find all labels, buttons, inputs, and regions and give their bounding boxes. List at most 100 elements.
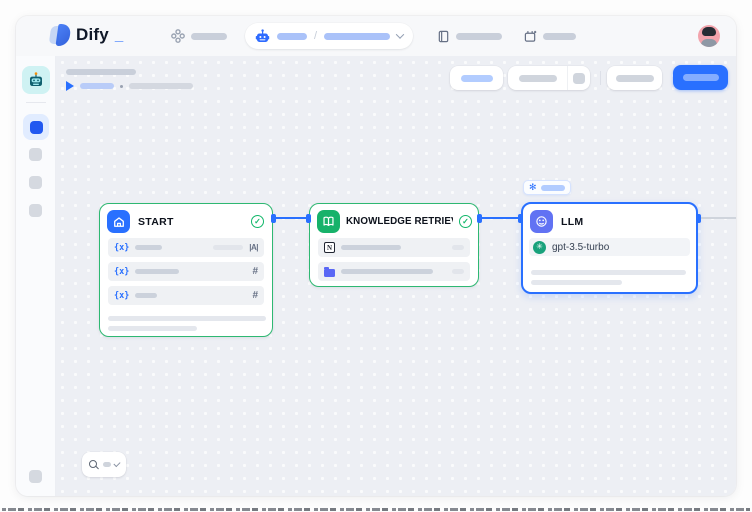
node-header: START ✓ (100, 204, 272, 238)
placeholder-bar (461, 75, 493, 82)
user-avatar[interactable] (698, 25, 720, 47)
spinner-icon: ✻ (529, 183, 537, 192)
avatar-figure (702, 27, 716, 36)
folder-icon (324, 269, 335, 277)
run-button[interactable] (508, 66, 567, 90)
sidebar-item[interactable] (29, 148, 42, 161)
node-llm[interactable]: LLM ✳ gpt-3.5-turbo (521, 202, 698, 294)
dify-app-window: Dify _ / (16, 16, 736, 496)
publish-button[interactable] (673, 65, 728, 90)
knowledge-source-row: N (318, 238, 470, 257)
source-handle[interactable] (696, 214, 701, 223)
notebook-icon (437, 30, 450, 43)
nav-workspace[interactable] (171, 16, 227, 56)
app-robot-icon (255, 29, 270, 44)
placeholder-bar (277, 33, 307, 40)
preview-icon (573, 73, 585, 84)
placeholder-bar (135, 293, 157, 298)
sidebar-item[interactable] (29, 204, 42, 217)
chevron-down-icon[interactable] (114, 460, 121, 467)
variable-icon: {x} (114, 291, 129, 301)
dify-logo-caret: _ (115, 27, 123, 44)
llm-running-badge: ✻ (523, 180, 571, 195)
play-icon (66, 81, 74, 91)
placeholder-bar (341, 269, 433, 274)
search-zoom-icon (89, 460, 99, 470)
sparkle-box-icon (524, 30, 537, 43)
openai-icon: ✳ (533, 241, 546, 254)
llm-brain-icon (530, 210, 553, 233)
node-start[interactable]: START ✓ {x} |A| {x} # {x} # (99, 203, 273, 337)
edge-llm-to-next (698, 217, 736, 219)
description-placeholder (108, 326, 197, 331)
node-knowledge-retrieval[interactable]: KNOWLEDGE RETRIEVAL ✓ N (309, 203, 479, 287)
home-icon (107, 210, 130, 233)
notion-icon: N (324, 242, 335, 253)
placeholder-bar (452, 245, 464, 250)
placeholder-bar (683, 74, 719, 81)
dot-separator (120, 85, 123, 88)
source-handle[interactable] (271, 214, 276, 223)
model-row: ✳ gpt-3.5-turbo (529, 238, 690, 256)
book-icon (317, 210, 340, 233)
node-header: KNOWLEDGE RETRIEVAL ✓ (310, 204, 478, 238)
node-title: START (138, 216, 243, 228)
placeholder-bar (543, 33, 576, 40)
edge-knowledge-to-llm (479, 217, 521, 219)
success-check-icon: ✓ (459, 215, 472, 228)
zoom-control[interactable] (82, 452, 126, 477)
nav-docs[interactable] (437, 16, 502, 56)
variable-row: {x} # (108, 262, 264, 281)
node-header: LLM (523, 204, 696, 238)
placeholder-bar (80, 83, 114, 89)
target-handle[interactable] (306, 214, 311, 223)
placeholder-bar (213, 245, 243, 250)
success-check-icon: ✓ (251, 215, 264, 228)
description-placeholder (108, 316, 266, 321)
placeholder-bar (341, 245, 401, 250)
breadcrumb-separator: / (314, 30, 317, 42)
top-header: Dify _ / (16, 16, 736, 56)
placeholder-bar (135, 269, 179, 274)
node-title: KNOWLEDGE RETRIEVAL (346, 216, 453, 227)
app-breadcrumb-pill[interactable]: / (245, 23, 413, 49)
sidebar-item-active[interactable] (23, 114, 49, 140)
source-handle[interactable] (477, 214, 482, 223)
active-item-glyph (30, 121, 43, 134)
workflow-canvas[interactable]: START ✓ {x} |A| {x} # {x} # (56, 56, 736, 496)
workflow-icon (171, 29, 185, 43)
placeholder-bar (541, 185, 565, 191)
placeholder-bar (135, 245, 162, 250)
variable-row: {x} # (108, 286, 264, 305)
toolbar-divider (600, 71, 601, 85)
clipped-text-strip (2, 508, 750, 511)
robot-emoji-icon (27, 71, 45, 89)
features-button[interactable] (450, 66, 503, 90)
edge-start-to-knowledge (273, 217, 309, 219)
knowledge-source-row (318, 262, 470, 281)
dify-logo-icon (50, 24, 71, 46)
placeholder-bar (452, 269, 464, 274)
dify-logo-text: Dify (76, 25, 109, 45)
workflow-title-placeholder (66, 69, 136, 75)
run-split-button (508, 66, 590, 90)
sidebar-app-icon[interactable] (22, 66, 50, 94)
placeholder-bar (129, 83, 193, 89)
placeholder-bar (103, 462, 111, 467)
node-title: LLM (561, 216, 688, 228)
type-number-icon: # (252, 266, 258, 277)
sidebar-item-settings[interactable] (29, 470, 42, 483)
sidebar-divider (26, 102, 46, 103)
target-handle[interactable] (518, 214, 523, 223)
description-placeholder (531, 280, 622, 285)
dify-logo[interactable]: Dify _ (50, 24, 123, 46)
secondary-button[interactable] (607, 66, 662, 90)
placeholder-bar (324, 33, 390, 40)
sidebar-item[interactable] (29, 176, 42, 189)
preview-toggle-button[interactable] (568, 66, 590, 90)
chevron-down-icon[interactable] (396, 30, 404, 38)
placeholder-bar (519, 75, 557, 82)
run-status-row (66, 80, 193, 92)
model-name: gpt-3.5-turbo (552, 242, 609, 253)
nav-updates[interactable] (524, 16, 576, 56)
